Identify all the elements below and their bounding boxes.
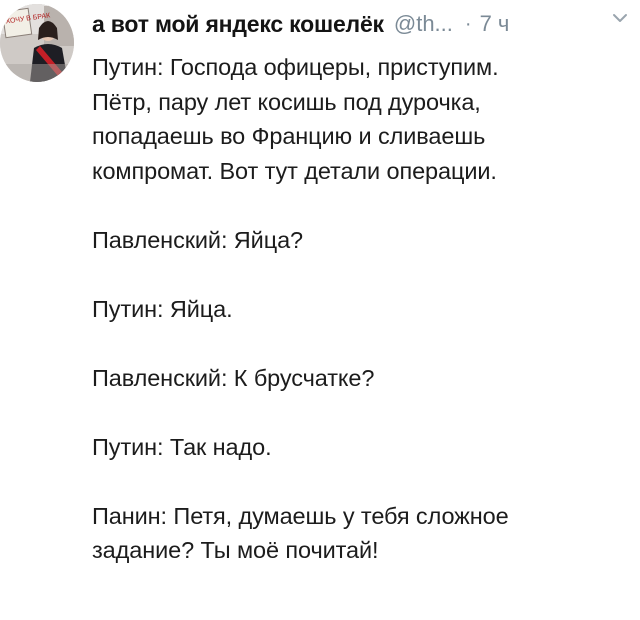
chevron-down-icon[interactable] [610, 8, 630, 28]
tweet-text: Путин: Господа офицеры, приступим. Пётр,… [92, 50, 632, 568]
tweet-paragraph: Путин: Так надо. [92, 430, 632, 465]
tweet-paragraph: Путин: Господа офицеры, приступим. Пётр,… [92, 50, 632, 188]
tweet-line: Павленский: Яйца? [92, 226, 304, 253]
tweet-line: Пётр, пару лет косишь под дурочка, [92, 88, 481, 115]
avatar[interactable]: ХОЧУ В БРАК [0, 4, 74, 82]
tweet-line: Путин: Господа офицеры, приступим. [92, 54, 499, 80]
tweet[interactable]: ХОЧУ В БРАК а вот мой яндекс кошелёк @th… [0, 0, 640, 620]
timestamp[interactable]: 7 ч [480, 11, 510, 37]
tweet-paragraph: Павленский: Яйца? [92, 223, 632, 258]
tweet-paragraph: Павленский: К брусчатке? [92, 361, 632, 396]
tweet-paragraph: Панин: Петя, думаешь у тебя сложное зада… [92, 499, 632, 568]
user-handle[interactable]: @th... [394, 11, 453, 37]
tweet-header: а вот мой яндекс кошелёк @th... · 7 ч [92, 6, 632, 42]
tweet-line: Путин: Яйца. [92, 295, 233, 322]
tweet-line: Панин: Петя, думаешь у тебя сложное [92, 502, 509, 529]
avatar-photo: ХОЧУ В БРАК [0, 4, 74, 82]
tweet-line: компромат. Вот тут детали операции. [92, 157, 497, 184]
tweet-paragraph: Путин: Яйца. [92, 292, 632, 327]
tweet-line: Путин: Так надо. [92, 433, 272, 460]
meta-separator: · [464, 12, 472, 35]
display-name[interactable]: а вот мой яндекс кошелёк [92, 11, 384, 38]
tweet-line: Павленский: К брусчатке? [92, 364, 375, 391]
tweet-line: задание? Ты моё почитай! [92, 537, 379, 563]
tweet-line: попадаешь во Францию и сливаешь [92, 123, 486, 149]
